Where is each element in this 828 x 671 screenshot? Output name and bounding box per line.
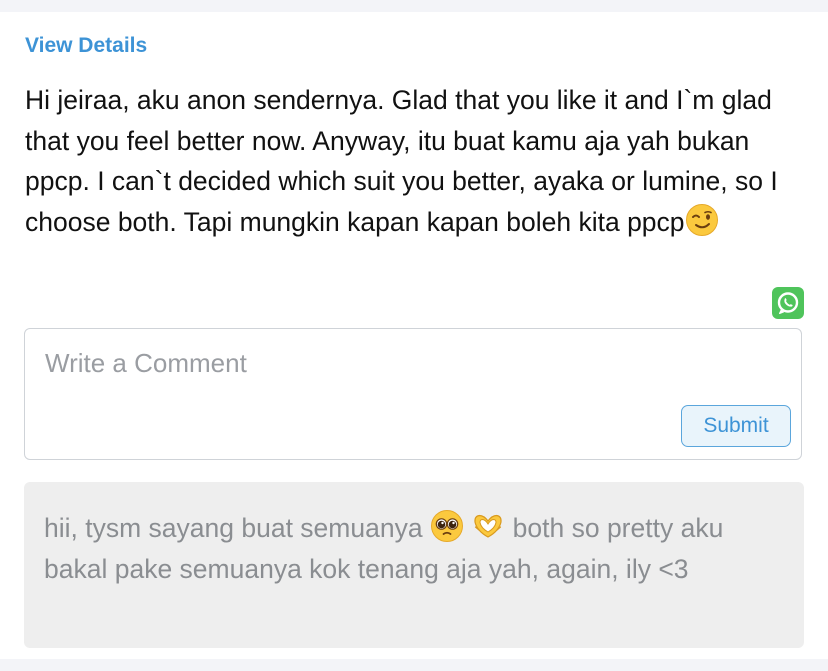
comment-form: Submit	[24, 328, 802, 460]
view-details-link[interactable]: View Details	[25, 34, 147, 58]
heart-hands-emoji-icon	[474, 514, 502, 538]
reply-box: hii, tysm sayang buat semuanya both so p…	[24, 482, 804, 648]
comment-input[interactable]	[45, 343, 775, 383]
message-card: View Details Hi jeiraa, aku anon sendern…	[0, 12, 828, 659]
submit-button[interactable]: Submit	[681, 405, 791, 447]
whatsapp-share-icon[interactable]	[772, 287, 804, 319]
winking-face-emoji-icon	[685, 203, 718, 236]
whatsapp-icon	[777, 292, 799, 314]
message-text: Hi jeiraa, aku anon sendernya. Glad that…	[25, 80, 815, 242]
pleading-face-emoji-icon	[430, 510, 463, 542]
reply-text-start: hii, tysm sayang buat semuanya	[44, 513, 430, 543]
reply-text: hii, tysm sayang buat semuanya both so p…	[44, 508, 784, 589]
message-body: Hi jeiraa, aku anon sendernya. Glad that…	[25, 85, 786, 237]
